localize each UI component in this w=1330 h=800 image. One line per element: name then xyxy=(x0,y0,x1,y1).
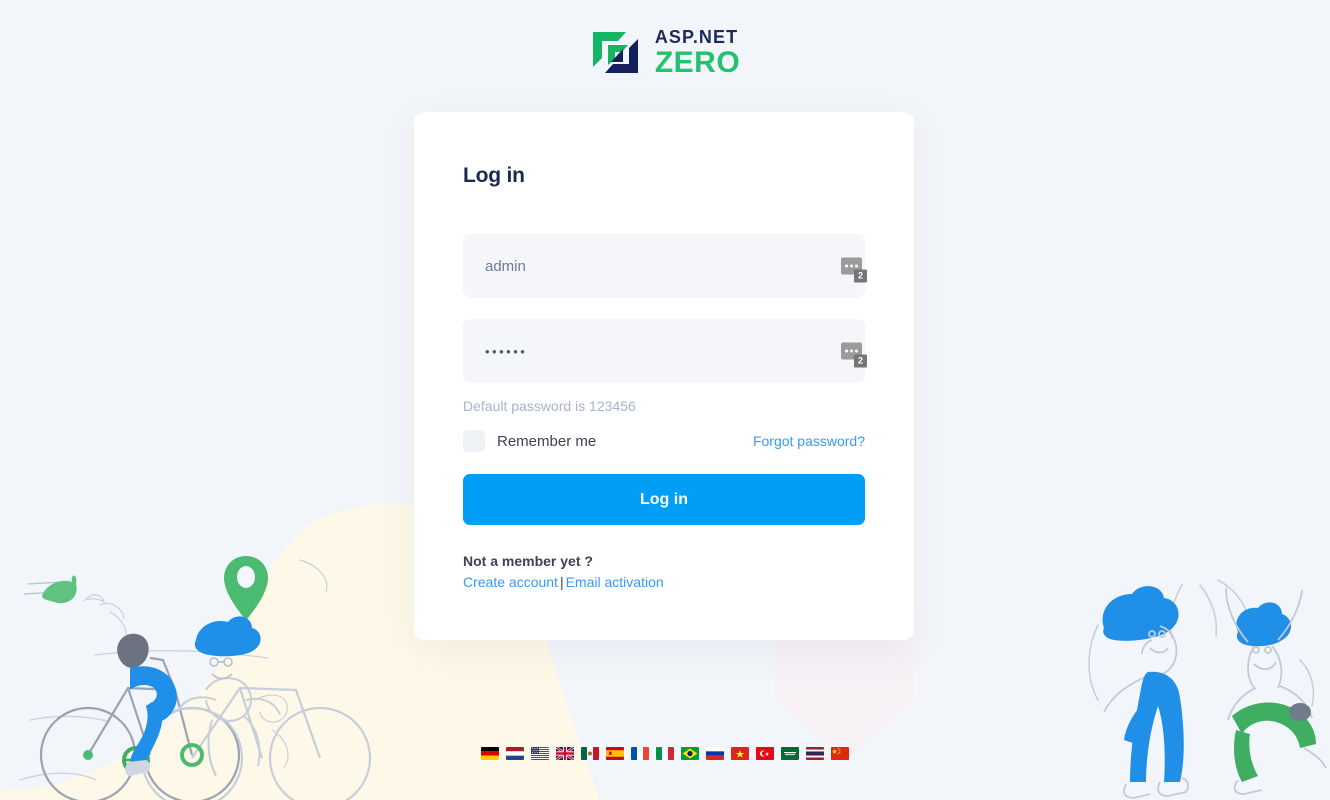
dot xyxy=(850,264,853,268)
chinese-flag[interactable] xyxy=(831,747,849,760)
password-hint-text: Default password is 123456 xyxy=(463,398,636,414)
remember-me-row: Remember me Forgot password? xyxy=(463,430,865,452)
dot xyxy=(855,264,858,268)
login-page: ASP.NET ZERO Log in 2 2 xyxy=(0,0,1330,800)
password-manager-count-badge: 2 xyxy=(854,269,867,283)
remember-me-label: Remember me xyxy=(497,432,597,450)
dutch-flag[interactable] xyxy=(506,747,524,760)
login-card: Log in 2 2 Default password is 123456 xyxy=(414,112,914,640)
signup-prompt-text: Not a member yet ? xyxy=(463,553,593,569)
brand-bottom-text: ZERO xyxy=(654,45,741,79)
language-selector xyxy=(0,747,1330,760)
dot xyxy=(850,349,853,353)
uk-english-flag[interactable] xyxy=(556,747,574,760)
forgot-password-link[interactable]: Forgot password? xyxy=(753,433,865,449)
turkish-flag[interactable] xyxy=(756,747,774,760)
vietnamese-flag[interactable] xyxy=(731,747,749,760)
mexican-spanish-flag[interactable] xyxy=(581,747,599,760)
german-flag[interactable] xyxy=(481,747,499,760)
french-flag[interactable] xyxy=(631,747,649,760)
signup-links: Create account | Email activation xyxy=(463,574,865,590)
thai-flag[interactable] xyxy=(806,747,824,760)
brand-top-text: ASP.NET xyxy=(654,26,739,47)
spanish-flag[interactable] xyxy=(606,747,624,760)
password-field-wrapper: 2 xyxy=(463,319,867,383)
remember-me-control[interactable]: Remember me xyxy=(463,430,596,452)
arabic-flag[interactable] xyxy=(781,747,799,760)
dot xyxy=(845,349,848,353)
dot xyxy=(845,264,848,268)
page-title: Log in xyxy=(463,164,525,187)
password-input[interactable] xyxy=(463,319,865,383)
brazilian-portuguese-flag[interactable] xyxy=(681,747,699,760)
us-english-flag[interactable] xyxy=(531,747,549,760)
brand-wordmark: ASP.NET ZERO xyxy=(655,28,740,78)
username-input[interactable] xyxy=(463,234,865,298)
username-field-wrapper: 2 xyxy=(463,234,867,298)
password-manager-dots-icon[interactable]: 2 xyxy=(841,257,867,283)
signup-block: Not a member yet ? Create account | Email … xyxy=(463,553,865,590)
remember-me-checkbox[interactable] xyxy=(463,430,485,452)
aspnet-zero-logo-icon xyxy=(592,32,638,73)
email-activation-link[interactable]: Email activation xyxy=(566,574,664,590)
login-submit-button[interactable]: Log in xyxy=(463,474,865,525)
brand-logo: ASP.NET ZERO xyxy=(0,27,1330,78)
italian-flag[interactable] xyxy=(656,747,674,760)
password-manager-dots-icon[interactable]: 2 xyxy=(841,342,867,368)
russian-flag[interactable] xyxy=(706,747,724,760)
password-manager-count-badge: 2 xyxy=(854,354,867,368)
dot xyxy=(855,349,858,353)
create-account-link[interactable]: Create account xyxy=(463,574,558,590)
link-separator: | xyxy=(559,574,564,590)
